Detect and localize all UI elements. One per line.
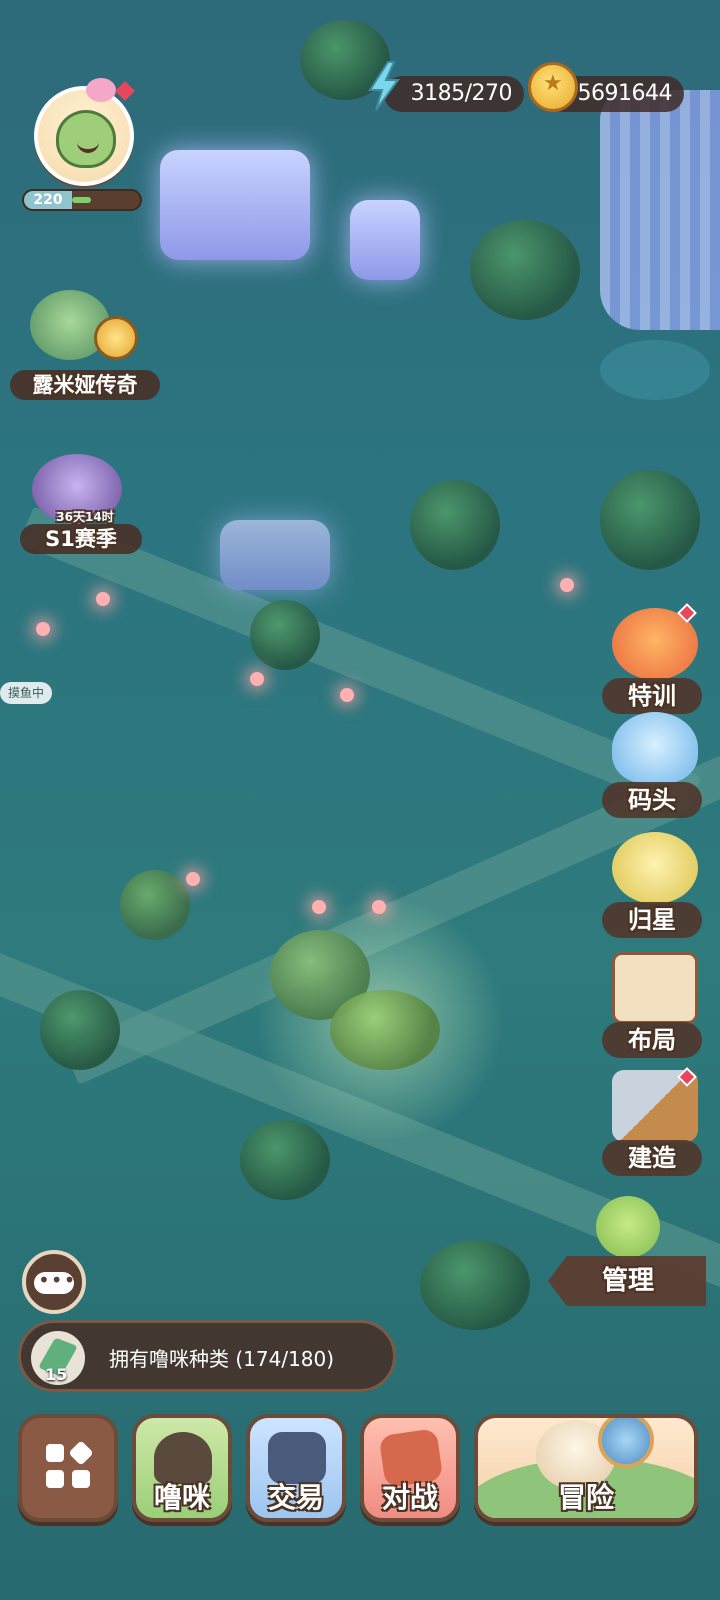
crystal-statue[interactable] xyxy=(220,520,330,590)
player-level-bar: 220 xyxy=(22,189,142,211)
pets-label: 噜咪 xyxy=(153,1481,210,1514)
grid-menu-icon xyxy=(46,1440,94,1490)
lamp-light xyxy=(186,872,200,886)
energy-counter[interactable]: 3185/270 xyxy=(384,76,524,112)
trade-label: 交易 xyxy=(267,1481,324,1514)
layout-scroll-icon xyxy=(612,952,698,1024)
return-star-button[interactable]: 归星 xyxy=(602,832,706,938)
fishing-status-tag: 摸鱼中 xyxy=(0,682,53,704)
lightning-icon xyxy=(368,61,400,111)
collection-bar[interactable]: 15 拥有噜咪种类 (174/180) xyxy=(18,1320,396,1392)
chat-button[interactable] xyxy=(22,1250,86,1314)
map-tree xyxy=(600,470,700,570)
return-star-label: 归星 xyxy=(602,902,702,938)
lamp-light xyxy=(96,592,110,606)
adventure-label: 冒险 xyxy=(557,1481,614,1514)
manage-label: 管理 xyxy=(601,1266,654,1296)
energy-value: 3185/270 xyxy=(410,81,513,106)
map-tree xyxy=(240,1120,330,1200)
season-label: S1赛季 xyxy=(20,524,142,554)
main-menu-button[interactable] xyxy=(18,1414,118,1522)
map-tree xyxy=(40,990,120,1070)
player-avatar[interactable] xyxy=(34,86,134,186)
event-season[interactable]: 36天14时 S1赛季 xyxy=(10,450,150,554)
coin-icon xyxy=(528,62,578,112)
pets-button[interactable]: 噜咪 xyxy=(132,1414,232,1522)
whale-icon xyxy=(612,712,698,784)
season-timer: 36天14时 xyxy=(56,510,114,524)
training-label: 特训 xyxy=(602,678,702,714)
level-progress-fill xyxy=(72,197,91,203)
lamp-light xyxy=(340,688,354,702)
coin-value: 5691644 xyxy=(577,81,673,106)
map-tree xyxy=(470,220,580,320)
battle-button[interactable]: 对战 xyxy=(360,1414,460,1522)
dock-button[interactable]: 码头 xyxy=(602,712,706,818)
chat-bubble-icon xyxy=(34,1268,76,1294)
lamp-light xyxy=(250,672,264,686)
player-level: 220 xyxy=(24,191,72,209)
manage-button[interactable]: 管理 xyxy=(548,1256,706,1306)
map-tree xyxy=(410,480,500,570)
map-tree xyxy=(420,1240,530,1330)
avatar-face-icon xyxy=(56,110,116,168)
event-lumia-label: 露米娅传奇 xyxy=(10,370,160,400)
layout-button[interactable]: 布局 xyxy=(602,952,706,1058)
trade-button[interactable]: 交易 xyxy=(246,1414,346,1522)
collection-text: 拥有噜咪种类 (174/180) xyxy=(109,1347,335,1371)
star-tree-icon xyxy=(612,832,698,904)
pond xyxy=(600,340,710,400)
compass-icon xyxy=(598,1418,654,1468)
map-tree xyxy=(250,600,320,670)
fountain-building[interactable] xyxy=(160,150,310,260)
adventure-button[interactable]: 冒险 xyxy=(474,1414,698,1522)
battle-label: 对战 xyxy=(381,1481,438,1514)
training-button[interactable]: 特训 xyxy=(602,603,706,714)
build-button[interactable]: 建造 xyxy=(602,1067,706,1176)
layout-label: 布局 xyxy=(602,1022,702,1058)
waterfall xyxy=(600,90,720,330)
lamp-light xyxy=(560,578,574,592)
lamp-light xyxy=(36,622,50,636)
lamp-light xyxy=(312,900,326,914)
dock-label: 码头 xyxy=(602,782,702,818)
flower-icon xyxy=(86,78,116,102)
collection-count: 15 xyxy=(45,1365,68,1384)
robot-icon xyxy=(596,1196,660,1258)
event-lumia-legend[interactable]: 露米娅传奇 xyxy=(10,280,160,400)
build-label: 建造 xyxy=(602,1140,702,1176)
portal-building[interactable] xyxy=(350,200,420,280)
clock-icon xyxy=(94,316,138,360)
tree-house[interactable] xyxy=(330,990,440,1070)
lamp-light xyxy=(372,900,386,914)
map-tree xyxy=(120,870,190,940)
